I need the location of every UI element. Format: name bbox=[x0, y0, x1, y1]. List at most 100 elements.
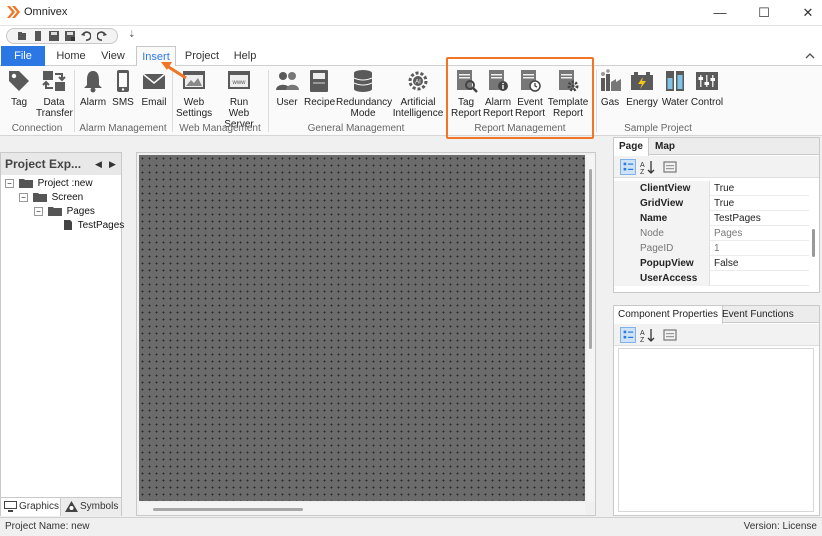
tree-node-screen[interactable]: − Screen bbox=[19, 191, 83, 205]
property-row-name[interactable]: Name TestPages bbox=[614, 211, 809, 226]
redo-icon[interactable] bbox=[97, 31, 107, 41]
ribbon-separator bbox=[596, 70, 597, 132]
data-transfer-label-2: Transfer bbox=[36, 108, 73, 119]
new-icon[interactable] bbox=[17, 31, 27, 41]
tree-node-project[interactable]: − Project :new bbox=[5, 177, 93, 191]
tag-icon bbox=[9, 71, 29, 91]
save-all-icon[interactable] bbox=[65, 31, 75, 41]
property-pages-icon[interactable] bbox=[662, 159, 678, 175]
recipe-button[interactable]: Recipe bbox=[304, 68, 335, 108]
quick-access-toolbar: ⇣ bbox=[0, 26, 822, 46]
folder-icon bbox=[18, 179, 33, 189]
tree-label: Screen bbox=[51, 192, 84, 203]
artificial-intelligence-button[interactable]: AI Artificial Intelligence bbox=[392, 68, 444, 119]
tab-help[interactable]: Help bbox=[228, 46, 262, 66]
user-button[interactable]: User bbox=[272, 68, 302, 108]
battery-icon bbox=[631, 72, 653, 90]
maximize-button[interactable]: ☐ bbox=[742, 0, 786, 26]
canvas-horizontal-scrollbar[interactable] bbox=[139, 503, 585, 515]
run-web-server-button[interactable]: www Run Web Server bbox=[214, 68, 264, 130]
properties-scroll-thumb[interactable] bbox=[812, 229, 815, 257]
gas-button[interactable]: Gas bbox=[598, 68, 622, 108]
save-icon[interactable] bbox=[49, 31, 59, 41]
property-pages-icon[interactable] bbox=[662, 327, 678, 343]
ribbon-separator bbox=[74, 70, 75, 132]
tree-toggle[interactable]: − bbox=[34, 206, 43, 216]
property-value[interactable]: True bbox=[712, 196, 734, 211]
property-name: UserAccess bbox=[614, 271, 710, 286]
project-explorer-header: Project Exp... bbox=[1, 153, 121, 175]
nav-prev-icon[interactable]: ◀ bbox=[95, 153, 102, 175]
component-properties-panel: Component Properties Event Functions AZ bbox=[613, 305, 820, 516]
tree-toggle[interactable]: − bbox=[19, 192, 28, 202]
property-value[interactable]: True bbox=[712, 181, 734, 196]
property-name: Name bbox=[614, 211, 710, 226]
sort-alphabetical-icon[interactable]: AZ bbox=[639, 327, 655, 343]
group-label-general-management: General Management bbox=[307, 123, 405, 134]
collapse-ribbon-icon[interactable] bbox=[804, 51, 816, 61]
control-button[interactable]: Control bbox=[690, 68, 724, 108]
property-value[interactable]: False bbox=[712, 256, 738, 271]
report-management-highlight bbox=[446, 57, 594, 139]
property-row-popupview[interactable]: PopupView False bbox=[614, 256, 809, 271]
open-icon[interactable] bbox=[33, 31, 43, 41]
group-label-connection: Connection bbox=[11, 123, 63, 134]
web-server-icon: www bbox=[228, 71, 250, 89]
quick-access-group bbox=[6, 28, 118, 44]
properties-scrollbar[interactable] bbox=[810, 181, 818, 291]
close-button[interactable]: ✕ bbox=[786, 0, 822, 26]
tree-node-pages[interactable]: − Pages bbox=[34, 205, 95, 219]
tab-event-functions[interactable]: Event Functions bbox=[718, 306, 798, 323]
tab-home[interactable]: Home bbox=[52, 46, 90, 66]
tab-view[interactable]: View bbox=[96, 46, 130, 66]
property-name: GridView bbox=[614, 196, 710, 211]
web-settings-label-2: Settings bbox=[176, 108, 213, 119]
property-row-pageid[interactable]: PageID 1 bbox=[614, 241, 809, 256]
tab-map[interactable]: Map bbox=[650, 138, 680, 155]
vertical-scroll-thumb[interactable] bbox=[589, 169, 592, 349]
phone-icon bbox=[117, 70, 129, 92]
undo-icon[interactable] bbox=[81, 31, 91, 41]
tag-button[interactable]: Tag bbox=[6, 68, 32, 108]
data-transfer-button[interactable]: Data Transfer bbox=[36, 68, 73, 119]
alarm-label: Alarm bbox=[79, 97, 107, 108]
nav-next-icon[interactable]: ▶ bbox=[109, 153, 116, 175]
property-row-useraccess[interactable]: UserAccess bbox=[614, 271, 809, 286]
tab-graphics[interactable]: Graphics bbox=[1, 498, 61, 516]
web-settings-label-1: Web bbox=[183, 97, 205, 108]
tree-node-testpages[interactable]: TestPages bbox=[63, 219, 124, 233]
energy-label: Energy bbox=[626, 97, 658, 108]
tab-component-properties[interactable]: Component Properties bbox=[614, 306, 724, 324]
canvas-vertical-scrollbar[interactable] bbox=[587, 155, 595, 501]
tab-page[interactable]: Page bbox=[614, 138, 649, 156]
property-row-node[interactable]: Node Pages bbox=[614, 226, 809, 241]
alarm-button[interactable]: Alarm bbox=[78, 68, 108, 108]
folder-icon bbox=[47, 207, 62, 217]
gas-label: Gas bbox=[600, 97, 620, 108]
categorized-view-icon[interactable] bbox=[620, 159, 636, 175]
property-value[interactable]: TestPages bbox=[712, 211, 761, 226]
water-button[interactable]: Water bbox=[660, 68, 690, 108]
data-transfer-label-1: Data bbox=[43, 97, 65, 108]
run-web-server-label-1: Run bbox=[229, 97, 249, 108]
database-icon bbox=[353, 70, 373, 92]
property-row-gridview[interactable]: GridView True bbox=[614, 196, 809, 211]
monitor-icon bbox=[4, 501, 17, 512]
tab-project[interactable]: Project bbox=[182, 46, 222, 66]
minimize-button[interactable]: — bbox=[698, 0, 742, 26]
energy-button[interactable]: Energy bbox=[626, 68, 658, 108]
redundancy-mode-button[interactable]: Redundancy Mode bbox=[336, 68, 392, 119]
horizontal-scroll-thumb[interactable] bbox=[153, 508, 303, 511]
design-canvas[interactable] bbox=[139, 155, 585, 501]
property-row-clientview[interactable]: ClientView True bbox=[614, 181, 809, 196]
sort-alphabetical-icon[interactable]: AZ bbox=[639, 159, 655, 175]
sms-button[interactable]: SMS bbox=[110, 68, 136, 108]
tree-toggle[interactable]: − bbox=[5, 178, 14, 188]
page-icon bbox=[64, 220, 72, 231]
tab-symbols[interactable]: Symbols bbox=[62, 498, 122, 516]
tab-file[interactable]: File bbox=[1, 46, 45, 66]
page-properties-tabs: Page Map bbox=[614, 138, 819, 156]
categorized-view-icon[interactable] bbox=[620, 327, 636, 343]
group-label-sample-project: Sample Project bbox=[624, 123, 692, 134]
customize-toolbar-button[interactable]: ⇣ bbox=[128, 29, 136, 40]
